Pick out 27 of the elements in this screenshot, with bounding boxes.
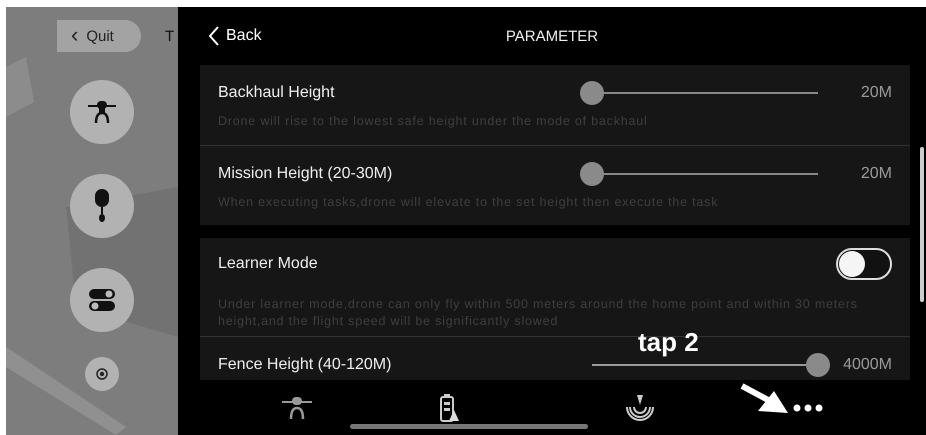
cut-off-label: T	[165, 28, 174, 44]
slider-value: 20M	[860, 84, 892, 102]
setting-label: Learner Mode	[218, 255, 318, 273]
map-area	[6, 57, 34, 117]
back-icon	[208, 26, 220, 46]
drone-tab[interactable]	[280, 396, 314, 420]
slider-value: 4000M	[842, 356, 892, 374]
annotation-label: tap 2	[638, 327, 699, 358]
slider-thumb[interactable]	[806, 353, 830, 377]
slider-thumb[interactable]	[580, 81, 604, 105]
setting-label: Fence Height (40-120M)	[218, 356, 392, 374]
remote-icon	[93, 189, 111, 223]
annotation-arrow	[740, 383, 790, 415]
quit-button[interactable]: ‹ Quit	[57, 20, 141, 52]
back-button[interactable]: Back	[208, 26, 262, 46]
drone-icon	[86, 99, 118, 125]
toggles-icon	[89, 288, 115, 312]
page-title: PARAMETER	[506, 28, 598, 44]
slider-thumb[interactable]	[580, 162, 604, 186]
locate-icon	[95, 367, 109, 381]
signal-tab[interactable]	[626, 394, 654, 420]
battery-tab[interactable]	[440, 394, 460, 422]
slider-value: 20M	[860, 165, 892, 183]
setting-label: Mission Height (20-30M)	[218, 165, 392, 183]
toggle-switch[interactable]	[836, 248, 892, 280]
more-tab[interactable]	[793, 404, 823, 412]
setting-label: Backhaul Height	[218, 84, 335, 102]
